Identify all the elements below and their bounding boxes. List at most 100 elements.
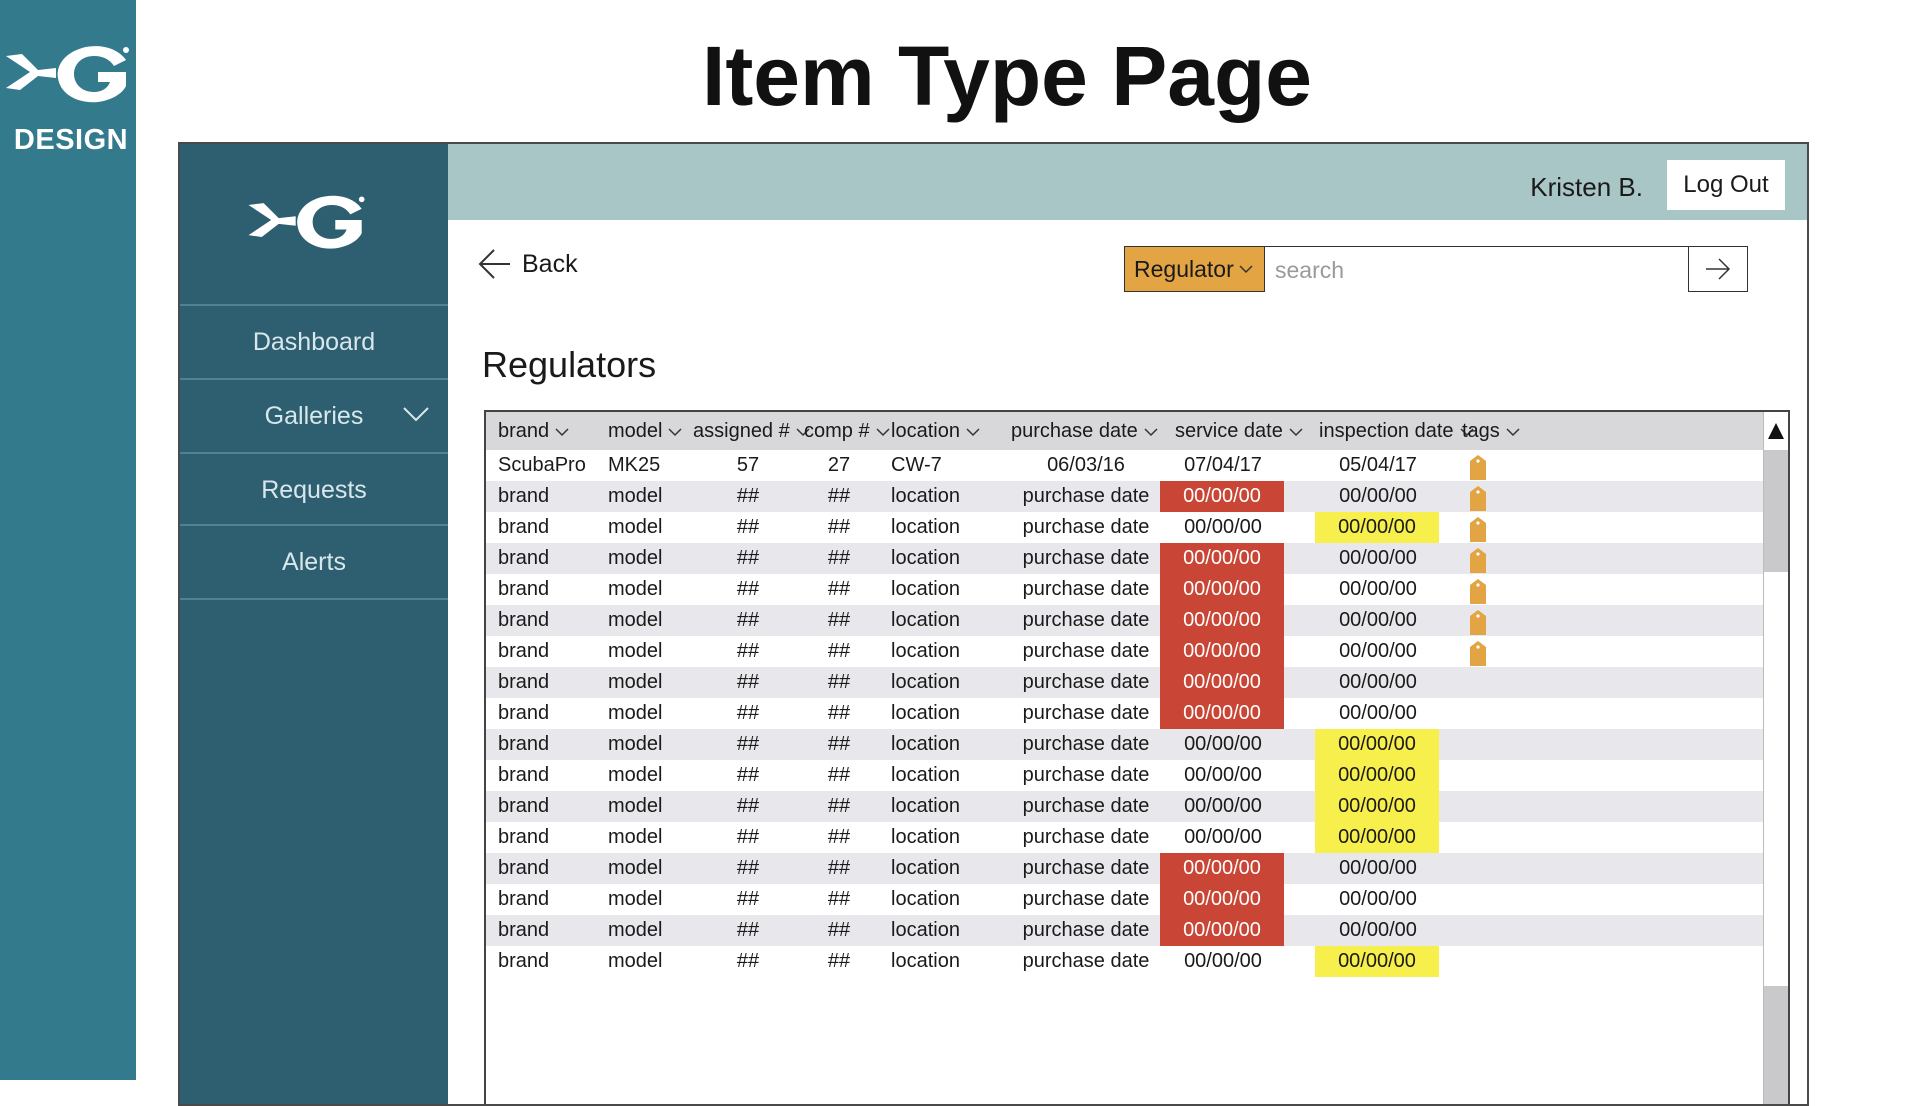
sidebar: Dashboard Galleries Requests Alerts [180,144,448,1104]
arrow-right-icon [1706,258,1731,280]
slide-brand-strip: DESIGN [0,0,136,1080]
tag-icon[interactable] [1468,639,1488,667]
cell-purchase-date: purchase date [1022,795,1150,817]
cell-location: location [891,578,960,600]
cell-assigned: ## [736,609,760,631]
table-row[interactable]: brand model ## ## location purchase date 00/00… [486,543,1764,574]
sidebar-item-label: Alerts [282,547,346,576]
xg-logo-icon [6,46,129,103]
column-header[interactable]: model [608,412,683,450]
tag-icon[interactable] [1468,577,1488,605]
cell-inspection-date: 00/00/00 [1339,640,1417,662]
cell-location: location [891,888,960,910]
top-bar: Kristen B. Log Out [448,144,1807,220]
cell-purchase-date: purchase date [1022,764,1150,786]
column-header[interactable]: comp # [804,412,890,450]
sidebar-item-galleries[interactable]: Galleries [180,378,448,452]
column-header-label: tags [1462,420,1500,442]
back-button[interactable]: Back [476,242,578,286]
chevron-down-icon [1289,428,1303,436]
cell-service-date: 00/00/00 [1160,853,1284,884]
cell-location: location [891,702,960,724]
scroll-thumb[interactable] [1764,450,1788,572]
table-row[interactable]: brand model ## ## location purchase date 00/00… [486,946,1764,977]
table-row[interactable]: brand model ## ## location purchase date 00/00… [486,791,1764,822]
sidebar-item-requests[interactable]: Requests [180,452,448,526]
cell-comp: ## [827,671,851,693]
app-window: Dashboard Galleries Requests Alerts Kris… [178,142,1809,1106]
table-row[interactable]: brand model ## ## location purchase date 00/00… [486,667,1764,698]
scrollbar[interactable] [1763,412,1788,1104]
regulators-table: brand model assigned # comp # location purcha… [484,410,1790,1104]
tag-icon[interactable] [1468,453,1488,481]
table-row[interactable]: brand model ## ## location purchase date 00/00… [486,729,1764,760]
column-header[interactable]: brand [498,412,569,450]
tag-icon[interactable] [1468,546,1488,574]
search-submit-button[interactable] [1688,247,1747,291]
item-type-dropdown[interactable]: Regulator [1125,247,1265,291]
cell-location: location [891,547,960,569]
page-title: Item Type Page [702,29,1312,123]
table-row[interactable]: brand model ## ## location purchase date 00/00… [486,853,1764,884]
column-header[interactable]: inspection date [1319,412,1474,450]
search-input[interactable] [1265,247,1688,293]
cell-service-date: 00/00/00 [1184,516,1262,538]
column-header[interactable]: purchase date [1011,412,1158,450]
cell-inspection-date: 00/00/00 [1339,609,1417,631]
cell-assigned: 57 [736,454,760,476]
cell-inspection-date: 00/00/00 [1339,919,1417,941]
cell-comp: ## [827,795,851,817]
triangle-up-icon [1768,423,1784,439]
cell-purchase-date: purchase date [1022,578,1150,600]
column-header[interactable]: assigned # [693,412,810,450]
cell-service-date: 00/00/00 [1184,764,1262,786]
table-row[interactable]: brand model ## ## location purchase date 00/00… [486,636,1764,667]
column-header-label: location [891,420,960,442]
table-row[interactable]: brand model ## ## location purchase date 00/00… [486,915,1764,946]
tag-icon[interactable] [1468,484,1488,512]
cell-model: model [608,547,663,569]
tag-icon[interactable] [1468,515,1488,543]
cell-brand: brand [498,888,550,910]
cell-brand: brand [498,857,550,879]
logout-button[interactable]: Log Out [1667,160,1785,210]
table-row[interactable]: brand model ## ## location purchase date 00/00… [486,822,1764,853]
chevron-down-icon [876,428,890,436]
cell-purchase-date: purchase date [1022,733,1150,755]
cell-assigned: ## [736,640,760,662]
cell-inspection-date: 00/00/00 [1315,729,1439,760]
cell-brand: brand [498,485,550,507]
column-header[interactable]: location [891,412,980,450]
tag-icon[interactable] [1468,608,1488,636]
cell-comp: ## [827,702,851,724]
chevron-down-icon [403,407,429,422]
cell-brand: brand [498,547,550,569]
cell-location: location [891,919,960,941]
table-row[interactable]: brand model ## ## location purchase date 00/00… [486,574,1764,605]
cell-service-date: 07/04/17 [1184,454,1262,476]
scroll-up-button[interactable] [1764,412,1788,450]
cell-model: model [608,702,663,724]
column-header[interactable]: service date [1175,412,1303,450]
table-row[interactable]: brand model ## ## location purchase date 00/00… [486,760,1764,791]
table-row[interactable]: brand model ## ## location purchase date 00/00… [486,698,1764,729]
cell-purchase-date: purchase date [1022,857,1150,879]
cell-comp: ## [827,733,851,755]
cell-model: model [608,485,663,507]
cell-brand: brand [498,826,550,848]
table-row[interactable]: ScubaPro MK25 57 27 CW-7 06/03/16 07/04/17 05/0… [486,450,1764,481]
cell-service-date: 00/00/00 [1160,481,1284,512]
column-header-label: inspection date [1319,420,1454,442]
cell-inspection-date: 00/00/00 [1339,578,1417,600]
cell-brand: brand [498,764,550,786]
cell-brand: brand [498,640,550,662]
table-row[interactable]: brand model ## ## location purchase date 00/00… [486,605,1764,636]
table-row[interactable]: brand model ## ## location purchase date 00/00… [486,884,1764,915]
table-row[interactable]: brand model ## ## location purchase date 00/00… [486,512,1764,543]
cell-location: location [891,671,960,693]
sidebar-item-alerts[interactable]: Alerts [180,524,448,600]
column-header[interactable]: tags [1462,412,1520,450]
sidebar-item-dashboard[interactable]: Dashboard [180,304,448,378]
table-row[interactable]: brand model ## ## location purchase date 00/00… [486,481,1764,512]
cell-assigned: ## [736,578,760,600]
